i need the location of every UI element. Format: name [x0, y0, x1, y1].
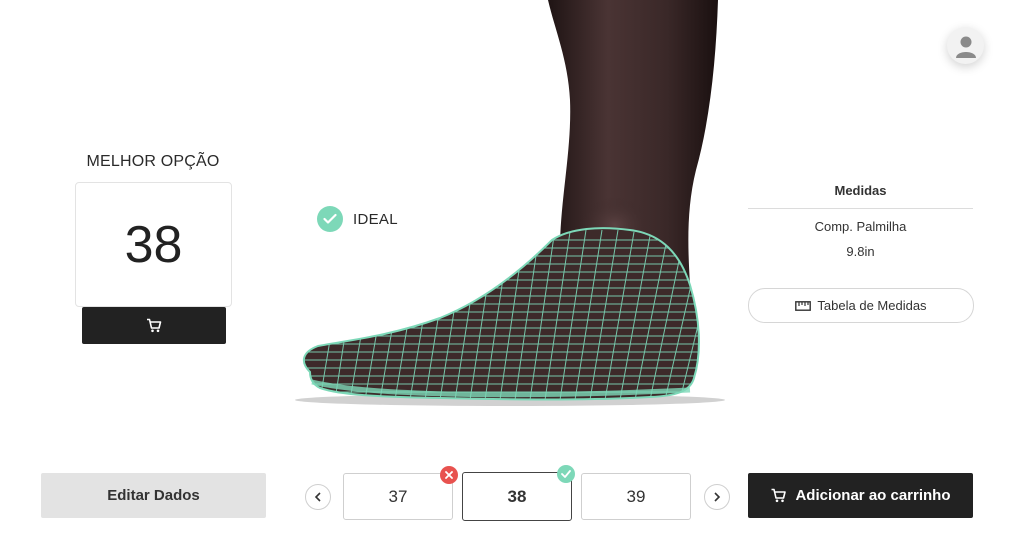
edit-data-button[interactable]: Editar Dados: [41, 473, 266, 518]
size-option-38-selected[interactable]: 38: [462, 472, 572, 521]
user-icon: [955, 36, 976, 58]
cart-icon: [771, 488, 787, 503]
previous-size-button[interactable]: [305, 484, 331, 510]
user-avatar[interactable]: [947, 27, 984, 64]
measurements-divider: [748, 208, 973, 209]
add-to-cart-label: Adicionar ao carrinho: [795, 487, 951, 504]
ruler-icon: [795, 300, 812, 311]
best-option-cart-button[interactable]: [82, 307, 226, 344]
best-option-label: MELHOR OPÇÃO: [86, 153, 220, 170]
size-chart-label: Tabela de Medidas: [817, 298, 927, 313]
measurement-value: 9.8in: [846, 244, 875, 259]
chevron-left-icon: [314, 492, 321, 502]
size-option-39[interactable]: 39: [581, 473, 691, 520]
fit-label: IDEAL: [353, 210, 398, 228]
size-chart-button[interactable]: Tabela de Medidas: [748, 288, 974, 323]
best-option-size: 38: [75, 182, 232, 307]
measurements-title: Medidas: [834, 183, 887, 198]
next-size-button[interactable]: [704, 484, 730, 510]
check-circle-icon: [557, 465, 575, 483]
fit-indicator: IDEAL: [317, 206, 398, 232]
check-circle-icon: [317, 206, 343, 232]
cart-icon: [147, 318, 162, 333]
add-to-cart-button[interactable]: Adicionar ao carrinho: [748, 473, 973, 518]
chevron-right-icon: [714, 492, 721, 502]
measurement-name: Comp. Palmilha: [814, 219, 907, 234]
close-circle-icon: [440, 466, 458, 484]
size-option-37[interactable]: 37: [343, 473, 453, 520]
